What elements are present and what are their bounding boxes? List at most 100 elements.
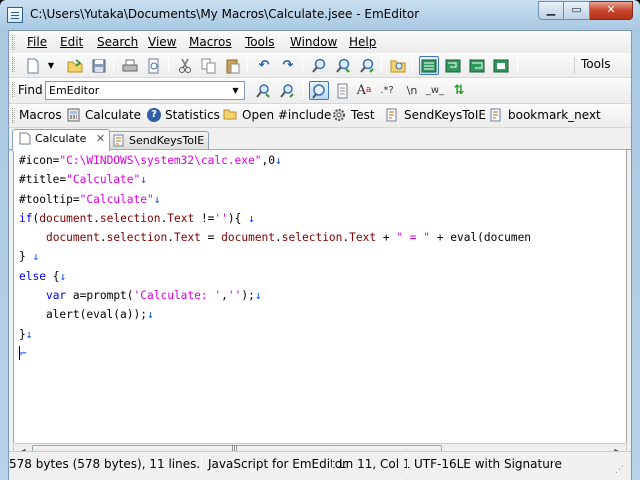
code-line: ⌐ [19,345,27,360]
toolbar-separator [381,57,382,73]
macro-calculate[interactable]: Calculate [85,108,141,122]
toolbar-separator [113,57,114,73]
copy-icon[interactable] [199,56,219,75]
menu-file[interactable]: File [27,35,47,49]
emeditor-window: C:\Users\Yutaka\Documents\My Macros\Calc… [0,0,640,480]
status-separator [201,454,202,474]
toolbar-separator [303,82,304,98]
escape-sequence-icon[interactable]: \n [402,81,422,100]
regex-icon[interactable]: .*? [377,81,397,100]
macro-test[interactable]: Test [351,108,375,122]
status-separator [553,454,554,474]
find-bar: Find EmEditor ▼ Aa .*? \n _w_ ⇅ [9,78,631,104]
view-mode-icon[interactable] [419,56,439,75]
toolbar-separator [247,57,248,73]
find-next-icon[interactable] [253,81,273,100]
find-next-icon[interactable] [333,56,353,75]
minimize-button[interactable]: ▁ [538,1,564,20]
match-case-icon[interactable]: Aa [354,81,374,100]
cut-icon[interactable] [175,56,195,75]
wrap-by-window-icon[interactable] [443,56,463,75]
status-bar: 578 bytes (578 bytes), 11 lines. JavaScr… [9,451,631,480]
client-area: File Edit Search View Macros Tools Windo… [8,30,632,480]
find-dropdown-chevron-down-icon[interactable]: ▼ [228,83,243,98]
caption-buttons: ▁ ▭ ✕ [538,1,633,20]
close-button[interactable]: ✕ [590,1,633,20]
tab-sendkeystoie[interactable]: SendKeysToIE [106,131,210,150]
window-title: C:\Users\Yutaka\Documents\My Macros\Calc… [30,7,420,21]
menu-search[interactable]: Search [97,35,138,49]
tab-label: Calculate [35,132,87,145]
code-line: #title="Calculate"↓ [19,173,147,187]
find-bar-grip[interactable] [12,82,15,97]
menu-tools[interactable]: Tools [245,35,275,49]
document-icon [18,132,31,145]
maximize-button[interactable]: ▭ [564,1,590,20]
document-tabs: Calculate ✕ SendKeysToIE [9,128,631,151]
code-line: document.selection.Text = document.selec… [45,231,532,245]
toolbar-separator [168,57,169,73]
resize-grip-icon[interactable]: ⋰ [615,460,624,480]
script-icon [489,108,503,122]
status-encoding[interactable]: UTF-16LE with Signature [414,452,562,476]
macro-sendkeystoie[interactable]: SendKeysToIE [404,108,486,122]
paste-icon[interactable] [223,56,243,75]
code-line: var a=prompt('Calculate: ','');↓ [45,289,262,303]
folder-icon [223,108,237,122]
open-folder-icon[interactable] [65,56,85,75]
find-in-files-icon[interactable] [388,56,408,75]
macro-open-include[interactable]: Open #include [242,108,331,122]
toolbar-separator [517,57,518,73]
menu-bar-grip[interactable] [12,35,15,50]
find-options-icon[interactable] [333,81,353,100]
new-file-icon[interactable] [23,56,43,75]
whole-word-icon[interactable]: _w_ [425,81,445,100]
undo-icon[interactable]: ↶ [254,56,274,75]
wrap-by-chars-icon[interactable] [467,56,487,75]
redo-icon[interactable]: ↷ [278,56,298,75]
menu-window[interactable]: Window [290,35,337,49]
app-icon[interactable] [7,7,23,23]
menu-macros[interactable]: Macros [189,35,232,49]
code-line: #icon="C:\WINDOWS\system32\calc.exe",0↓ [19,154,282,167]
macro-statistics[interactable]: Statistics [165,108,220,122]
title-bar[interactable]: C:\Users\Yutaka\Documents\My Macros\Calc… [0,0,640,30]
code-line: }↓ [19,327,33,341]
print-icon[interactable] [120,56,140,75]
menu-view[interactable]: View [148,35,176,49]
status-configuration[interactable]: JavaScript for EmEditor [208,452,347,476]
macro-bookmark-next[interactable]: bookmark_next [508,108,601,122]
text-editor[interactable]: #icon="C:\WINDOWS\system32\calc.exe",0↓ #… [13,149,627,445]
script-icon [385,108,399,122]
tools-toolbar-label[interactable]: Tools [574,57,626,74]
close-tab-icon[interactable]: ✕ [96,132,105,145]
menu-edit[interactable]: Edit [60,35,83,49]
save-icon[interactable] [89,56,109,75]
find-previous-icon[interactable] [357,56,377,75]
code-area[interactable]: #icon="C:\WINDOWS\system32\calc.exe",0↓ #… [19,151,622,363]
highlight-search-icon[interactable] [309,81,329,100]
code-line: #tooltip="Calculate"↓ [19,192,161,206]
find-input-value: EmEditor [49,84,100,97]
wrap-by-page-icon[interactable] [491,56,511,75]
find-previous-icon[interactable] [277,81,297,100]
replace-icon[interactable]: ⇅ [449,81,469,100]
status-separator [332,454,333,474]
new-dropdown-chevron-down-icon[interactable]: ▼ [45,56,57,75]
tab-calculate[interactable]: Calculate ✕ [12,129,111,151]
code-line: if(document.selection.Text !=''){ ↓ [19,211,255,225]
print-preview-icon[interactable] [144,56,164,75]
search-icon[interactable] [309,56,329,75]
help-icon: ? [147,108,161,122]
code-line: else {↓ [19,269,67,283]
find-input[interactable]: EmEditor ▼ [45,81,245,100]
macros-bar: Macros Calculate ? Statistics Open #incl… [9,104,631,128]
status-separator [407,454,408,474]
code-line: } ↓ [19,250,40,264]
code-line: alert(eval(a));↓ [19,308,154,322]
toolbar-grip[interactable] [12,57,15,72]
gear-icon [332,108,346,122]
macros-bar-grip[interactable] [12,108,15,123]
menu-help[interactable]: Help [349,35,376,49]
status-file-size: 578 bytes (578 bytes), 11 lines. [9,457,201,471]
